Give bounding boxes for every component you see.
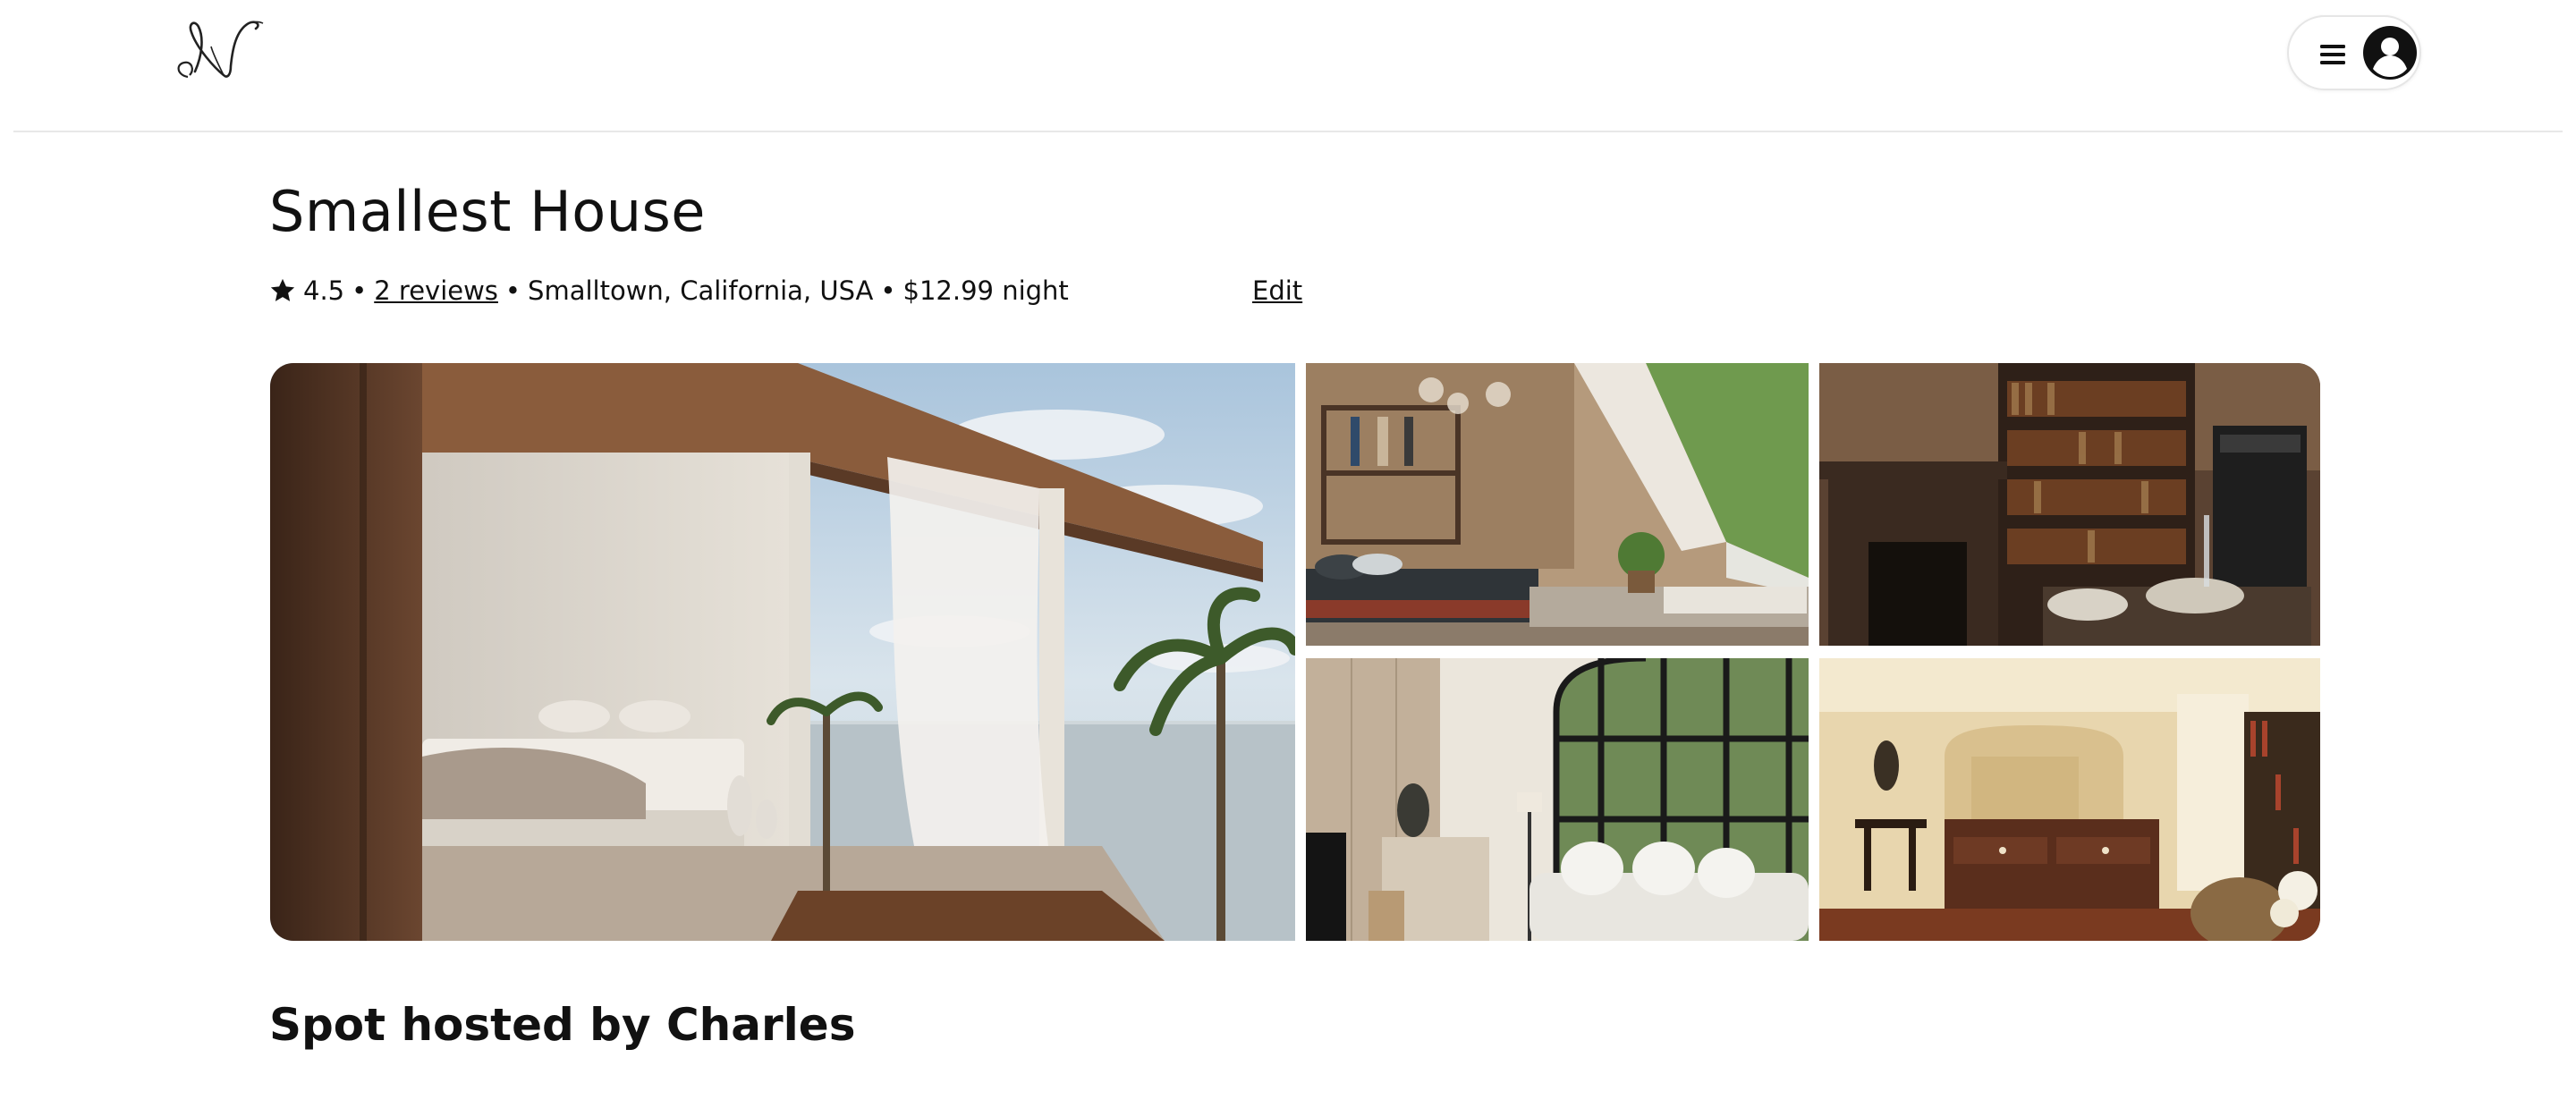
listing-title: Smallest House	[269, 179, 706, 244]
edit-listing-link[interactable]: Edit	[1252, 270, 1302, 311]
script-n-logo-icon[interactable]	[168, 13, 268, 88]
user-circle-icon	[2363, 26, 2417, 80]
listing-price: $12.99 night	[902, 275, 1069, 306]
meta-separator: •	[352, 275, 368, 306]
user-menu-button[interactable]	[2287, 15, 2421, 90]
living-room-photo[interactable]	[1306, 658, 1809, 941]
meta-separator: •	[880, 275, 896, 306]
loft-bedroom-photo[interactable]	[1306, 363, 1809, 646]
hamburger-icon	[2319, 42, 2346, 67]
library-fireplace-photo[interactable]	[1819, 363, 2320, 646]
photo-gallery	[270, 363, 2320, 941]
meta-separator: •	[504, 275, 521, 306]
kitchen-photo[interactable]	[1819, 658, 2320, 941]
host-heading: Spot hosted by Charles	[269, 999, 856, 1051]
rating-value: 4.5	[303, 275, 345, 306]
listing-location: Smalltown, California, USA	[528, 275, 874, 306]
reviews-link[interactable]: 2 reviews	[374, 275, 498, 306]
open-air-bedroom-photo[interactable]	[270, 363, 1295, 941]
top-navigation-bar	[13, 0, 2563, 132]
listing-meta-row: 4.5 • 2 reviews • Smalltown, California,…	[269, 270, 1069, 311]
star-icon	[270, 278, 295, 301]
